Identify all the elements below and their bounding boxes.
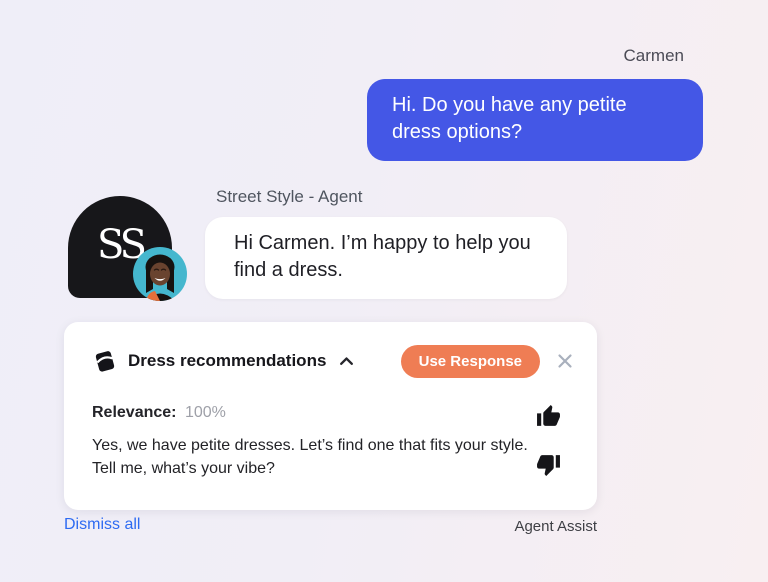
thumb-down-icon[interactable] bbox=[536, 452, 561, 477]
assist-card-title: Dress recommendations bbox=[128, 351, 326, 371]
use-response-button[interactable]: Use Response bbox=[401, 345, 540, 378]
chevron-up-icon[interactable] bbox=[338, 353, 355, 370]
thumb-up-icon[interactable] bbox=[536, 404, 561, 429]
customer-name-label: Carmen bbox=[624, 46, 684, 66]
relevance-value: 100% bbox=[185, 404, 226, 421]
suggestion-text: Yes, we have petite dresses. Let’s find … bbox=[92, 434, 534, 480]
agent-photo-illustration bbox=[133, 247, 187, 301]
agent-photo bbox=[133, 247, 187, 301]
chat-screen: Carmen Hi. Do you have any petite dress … bbox=[0, 0, 768, 582]
agent-message-bubble: Hi Carmen. I’m happy to help you find a … bbox=[205, 217, 567, 299]
relevance-label: Relevance: bbox=[92, 404, 177, 421]
assist-card-header: Dress recommendations Use Response bbox=[92, 344, 575, 378]
book-icon bbox=[92, 348, 119, 375]
agent-assist-label: Agent Assist bbox=[514, 518, 597, 535]
customer-message-bubble: Hi. Do you have any petite dress options… bbox=[367, 79, 703, 161]
dismiss-all-link[interactable]: Dismiss all bbox=[64, 516, 140, 534]
agent-avatar: SS bbox=[68, 196, 188, 302]
agent-assist-card: Dress recommendations Use Response Relev… bbox=[64, 322, 597, 510]
close-icon[interactable] bbox=[555, 351, 575, 371]
relevance-row: Relevance: 100% bbox=[92, 404, 226, 422]
agent-name-label: Street Style - Agent bbox=[216, 187, 362, 207]
